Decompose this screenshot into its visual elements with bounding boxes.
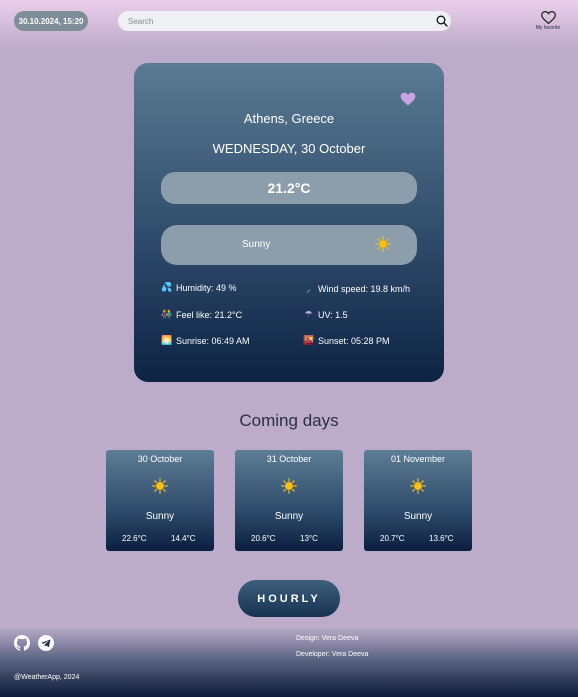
- sunset-stat: 🌇 Sunset: 05:28 PM: [303, 335, 390, 346]
- forecast-min-temp: 14.4°C: [171, 534, 196, 543]
- sun-icon: [152, 478, 168, 494]
- sun-icon: [281, 478, 297, 494]
- wind-icon: ⸝: [306, 284, 311, 294]
- datetime-badge: 30.10.2024, 15:20: [14, 11, 88, 31]
- sunset-icon: 🌇: [303, 335, 315, 345]
- forecast-date: 30 October: [137, 454, 183, 464]
- forecast-date: 31 October: [266, 454, 312, 464]
- add-favorite-heart-icon[interactable]: [400, 92, 416, 106]
- condition-box: Sunny: [161, 225, 417, 265]
- forecast-min-temp: 13.6°C: [429, 534, 454, 543]
- droplets-icon: 💦: [161, 282, 173, 292]
- sunset-text: Sunset: 05:28 PM: [318, 335, 390, 346]
- coming-days-title: Coming days: [239, 411, 339, 430]
- sunrise-text: Sunrise: 06:49 AM: [176, 335, 250, 346]
- uv-text: UV: 1.5: [318, 309, 348, 320]
- search-icon: [436, 15, 448, 27]
- sun-icon: [375, 236, 391, 252]
- my-favorite-link[interactable]: My favorite: [528, 11, 568, 35]
- humidity-text: Humidity: 49 %: [176, 282, 237, 293]
- forecast-max-temp: 22.6°C: [122, 534, 147, 543]
- temperature-display: 21.2°C: [161, 172, 417, 204]
- current-date: WEDNESDAY, 30 October: [212, 141, 366, 156]
- feels-like-text: Feel like: 21.2°C: [176, 309, 243, 320]
- forecast-max-temp: 20.6°C: [251, 534, 276, 543]
- footer: Design: Vera Deeva Developer: Vera Deeva…: [0, 625, 578, 697]
- forecast-day-card[interactable]: 30 October Sunny 22.6°C 14.4°C: [106, 450, 214, 551]
- forecast-condition: Sunny: [274, 511, 304, 522]
- wind-stat: ⸝ Wind speed: 19.8 km/h: [303, 282, 410, 295]
- condition-text: Sunny: [242, 239, 271, 250]
- design-credit: Design: Vera Deeva: [296, 635, 359, 642]
- current-weather-card: Athens, Greece WEDNESDAY, 30 October 21.…: [134, 63, 444, 382]
- sunrise-stat: 🌅 Sunrise: 06:49 AM: [161, 335, 250, 346]
- forecast-day-card[interactable]: 01 November Sunny 20.7°C 13.6°C: [364, 450, 472, 551]
- forecast-day-card[interactable]: 31 October Sunny 20.6°C 13°C: [235, 450, 343, 551]
- search-button[interactable]: [434, 13, 449, 28]
- wind-text: Wind speed: 19.8 km/h: [318, 283, 411, 294]
- github-icon[interactable]: [14, 635, 30, 651]
- feels-like-stat: 👫 Feel like: 21.2°C: [161, 309, 242, 320]
- forecast-max-temp: 20.7°C: [380, 534, 405, 543]
- heart-outline-icon: [540, 11, 556, 24]
- person-icon: 👫: [161, 309, 173, 319]
- humidity-stat: 💦 Humidity: 49 %: [161, 282, 237, 293]
- uv-stat: ☂ UV: 1.5: [303, 309, 348, 320]
- forecast-condition: Sunny: [145, 511, 175, 522]
- forecast-min-temp: 13°C: [300, 534, 318, 543]
- developer-credit: Developer: Vera Deeva: [296, 651, 369, 658]
- forecast-date: 01 November: [390, 454, 446, 464]
- header: 30.10.2024, 15:20 My favorite: [0, 0, 578, 48]
- hourly-button[interactable]: HOURLY: [238, 580, 340, 617]
- forecast-condition: Sunny: [403, 511, 433, 522]
- umbrella-icon: ☂: [304, 309, 313, 319]
- sun-icon: [410, 478, 426, 494]
- city-name: Athens, Greece: [243, 111, 335, 126]
- my-favorite-label: My favorite: [535, 25, 561, 31]
- sunrise-icon: 🌅: [161, 335, 173, 345]
- copyright: @WeatherApp, 2024: [14, 674, 80, 681]
- telegram-icon[interactable]: [38, 635, 54, 651]
- search-input[interactable]: [118, 11, 451, 31]
